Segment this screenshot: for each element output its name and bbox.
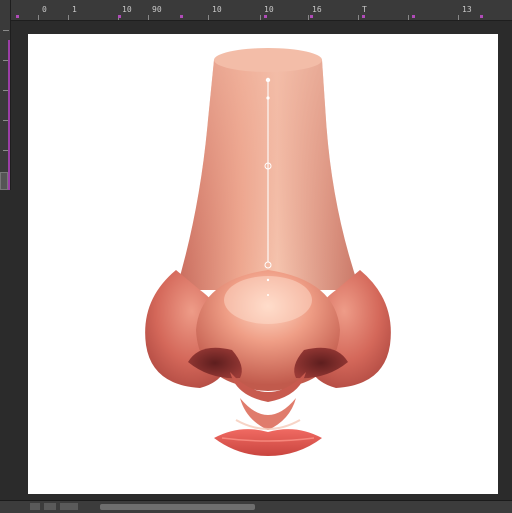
status-segment <box>44 503 56 510</box>
status-segment <box>30 503 40 510</box>
status-bar <box>0 500 512 513</box>
status-segment <box>60 503 78 510</box>
horizontal-scrollbar[interactable] <box>100 504 255 510</box>
nose-illustration <box>145 48 391 456</box>
